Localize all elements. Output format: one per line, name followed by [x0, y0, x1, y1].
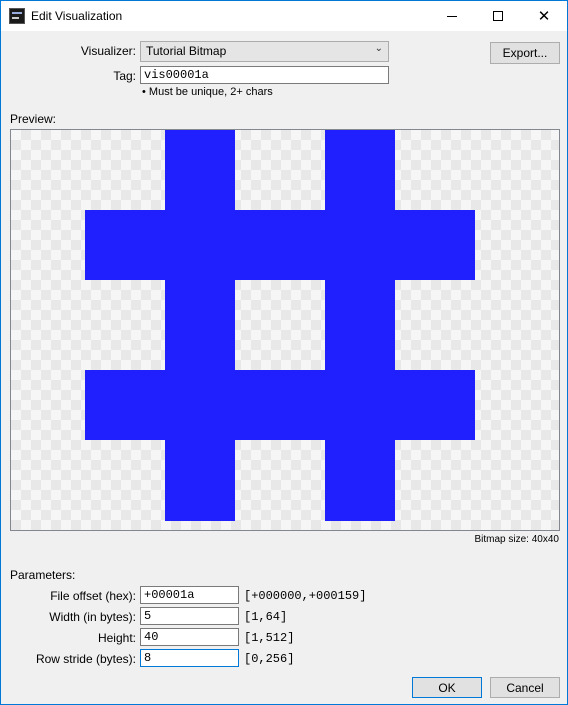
file-offset-input[interactable]: +00001a: [140, 586, 239, 604]
height-input[interactable]: 40: [140, 628, 239, 646]
export-button[interactable]: Export...: [490, 42, 560, 64]
parameters-heading: Parameters:: [10, 568, 76, 582]
app-logo-icon: [9, 8, 25, 24]
height-range: [1,512]: [244, 631, 295, 645]
param-label-row-stride: Row stride (bytes):: [35, 652, 136, 666]
close-icon: ✕: [537, 6, 551, 25]
chevron-down-icon: ⌄: [374, 43, 383, 54]
width-input[interactable]: 5: [140, 607, 239, 625]
visualizer-label: Visualizer:: [80, 44, 136, 58]
bitmap-preview: [10, 129, 560, 531]
close-button[interactable]: ✕: [521, 1, 567, 31]
edit-visualization-dialog: Edit Visualization ✕ Visualizer: Tutoria…: [0, 0, 568, 705]
file-offset-range: [+000000,+000159]: [244, 589, 367, 603]
bitmap-pixel-block: [85, 210, 475, 280]
bitmap-size-text: Bitmap size: 40x40: [474, 534, 560, 545]
window-title: Edit Visualization: [31, 9, 123, 23]
maximize-button[interactable]: [475, 1, 521, 31]
tag-input[interactable]: vis00001a: [140, 66, 389, 84]
param-label-file-offset: File offset (hex):: [50, 589, 136, 603]
maximize-icon: [493, 11, 503, 21]
tag-hint: • Must be unique, 2+ chars: [142, 86, 273, 98]
ok-button[interactable]: OK: [412, 677, 482, 698]
row-stride-input[interactable]: 8: [140, 649, 239, 667]
row-stride-range: [0,256]: [244, 652, 295, 666]
visualizer-selected: Tutorial Bitmap: [146, 44, 227, 58]
param-label-width: Width (in bytes):: [49, 610, 136, 624]
bitmap-pixel-block: [85, 370, 475, 440]
width-range: [1,64]: [244, 610, 288, 624]
bitmap-pixel-block: [165, 130, 235, 521]
bitmap-pixel-block: [325, 130, 395, 521]
visualizer-select[interactable]: Tutorial Bitmap ⌄: [140, 41, 389, 62]
preview-label: Preview:: [10, 112, 57, 126]
cancel-button[interactable]: Cancel: [490, 677, 560, 698]
title-bar[interactable]: Edit Visualization ✕: [1, 1, 567, 31]
minimize-button[interactable]: [429, 1, 475, 31]
tag-label: Tag:: [113, 69, 136, 83]
minimize-icon: [447, 15, 457, 17]
param-label-height: Height:: [97, 631, 136, 645]
